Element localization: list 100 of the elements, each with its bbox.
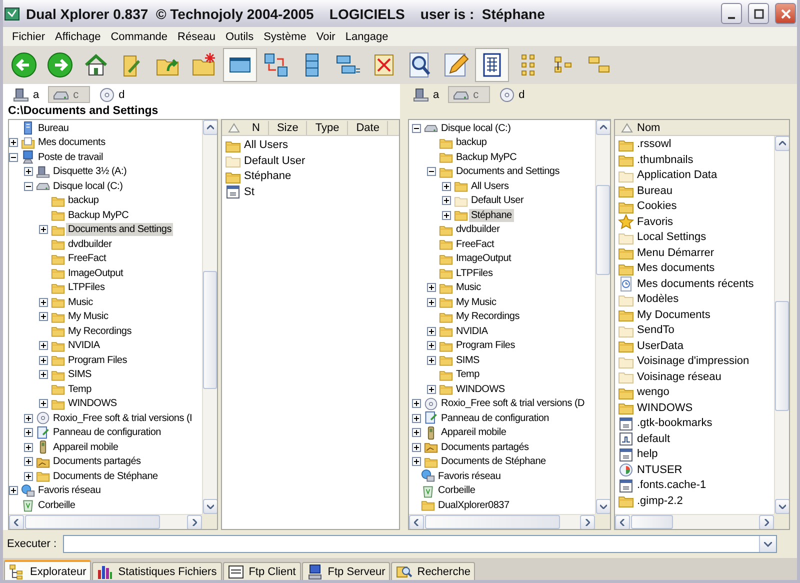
tree-item[interactable]: Panneau de configuration — [51, 426, 163, 440]
tab[interactable]: Explorateur — [4, 560, 92, 580]
tree-item[interactable]: Music — [454, 281, 483, 294]
tree-item[interactable]: NVIDIA — [66, 339, 102, 352]
tree-item[interactable]: WINDOWS — [454, 382, 507, 396]
file-item[interactable]: help — [635, 448, 660, 462]
expand-toggle[interactable] — [9, 152, 18, 162]
expand-toggle[interactable] — [442, 196, 451, 206]
column-heading[interactable]: N — [244, 120, 269, 134]
expand-toggle[interactable] — [412, 442, 421, 452]
tree-item[interactable]: Documents de Stéphane — [439, 455, 548, 468]
expand-toggle[interactable] — [412, 428, 421, 438]
file-item[interactable]: Voisinage d'impression — [635, 355, 752, 368]
expand-toggle[interactable] — [39, 356, 48, 365]
expand-toggle[interactable] — [427, 326, 436, 336]
scroll-left-button[interactable] — [615, 515, 630, 529]
tree-item[interactable]: ImageOutput — [454, 252, 514, 266]
file-item[interactable]: .rssowl — [635, 138, 674, 152]
tree-item[interactable]: Corbeille — [36, 498, 78, 512]
tree-item[interactable]: Documents partagés — [51, 455, 143, 468]
expand-toggle[interactable] — [412, 399, 421, 408]
tab[interactable]: Ftp Client — [222, 562, 301, 580]
expand-toggle[interactable] — [427, 356, 436, 365]
tree-item[interactable]: LTPFiles — [66, 281, 107, 294]
file-item[interactable]: Cookies — [635, 200, 679, 214]
tree-item[interactable]: Default User — [469, 194, 526, 208]
drive-button[interactable]: c — [448, 86, 490, 103]
tree-item[interactable]: NVIDIA — [454, 324, 490, 338]
scrollbar-thumb[interactable] — [631, 515, 673, 529]
tab[interactable]: Ftp Serveur — [302, 562, 390, 580]
tree-item[interactable]: Temp — [66, 382, 94, 396]
menu-item[interactable]: Fichier — [7, 30, 50, 42]
tree-item[interactable]: Corbeille — [436, 484, 478, 498]
scroll-up-button[interactable] — [203, 120, 217, 135]
column-heading[interactable]: Nom — [637, 120, 789, 134]
expand-toggle[interactable] — [427, 298, 436, 307]
menu-item[interactable]: Commande — [106, 30, 173, 42]
file-item[interactable]: .gtk-bookmarks — [635, 417, 714, 430]
scrollbar-thumb[interactable] — [596, 185, 610, 275]
tree-item[interactable]: dvdbuilder — [66, 238, 114, 251]
file-item[interactable]: NTUSER — [635, 464, 684, 477]
expand-toggle[interactable] — [24, 457, 33, 466]
scrollbar-thumb[interactable] — [25, 515, 160, 529]
tree-item[interactable]: FreeFact — [454, 238, 496, 251]
tree-item[interactable]: FreeFact — [66, 252, 108, 266]
scroll-right-button[interactable] — [187, 515, 202, 529]
scroll-left-button[interactable] — [409, 515, 424, 529]
drive-button[interactable]: d — [494, 86, 530, 103]
scrollbar-thumb[interactable] — [425, 515, 560, 529]
tree-item[interactable]: backup — [66, 194, 101, 208]
expand-toggle[interactable] — [427, 167, 436, 176]
tree-item[interactable]: DualXplorer0837 — [436, 498, 512, 512]
horizontal-scrollbar[interactable] — [9, 514, 202, 529]
tree-item[interactable]: Documents and Settings — [454, 165, 562, 178]
tree-item[interactable]: Disque local (C:) — [51, 180, 125, 193]
tree-item[interactable]: Program Files — [454, 339, 517, 352]
tree-item[interactable]: Appareil mobile — [51, 440, 120, 454]
drive-button[interactable]: a — [408, 86, 444, 103]
toolbar-button[interactable] — [223, 48, 257, 82]
expand-toggle[interactable] — [442, 210, 451, 220]
menu-item[interactable]: Système — [258, 30, 312, 42]
tree-item[interactable]: Disquette 3½ (A:) — [51, 165, 129, 178]
menu-item[interactable]: Outils — [220, 30, 259, 42]
file-item[interactable]: Favoris — [635, 216, 676, 229]
tree-item[interactable]: My Recordings — [66, 324, 134, 338]
file-item[interactable]: St — [242, 186, 256, 199]
file-item[interactable]: Modèles — [635, 293, 681, 306]
expand-toggle[interactable] — [412, 414, 421, 423]
tab[interactable]: Recherche — [391, 562, 476, 580]
file-item[interactable]: Mes documents récents — [635, 278, 756, 291]
file-item[interactable]: .thumbnails — [635, 154, 696, 167]
tree-item[interactable]: Music — [66, 296, 95, 309]
tree-item[interactable]: Panneau de configuration — [439, 412, 551, 425]
tree-item[interactable]: LTPFiles — [454, 266, 495, 280]
tree-item[interactable]: Backup MyPC — [454, 150, 519, 164]
tree-item[interactable]: backup — [454, 136, 489, 150]
scroll-left-button[interactable] — [9, 515, 24, 529]
scroll-up-button[interactable] — [775, 136, 789, 151]
file-item[interactable]: Stéphane — [242, 170, 294, 184]
menu-item[interactable]: Affichage — [50, 30, 106, 42]
expand-toggle[interactable] — [442, 182, 451, 191]
expand-toggle[interactable] — [24, 182, 33, 191]
expand-toggle[interactable] — [39, 298, 48, 307]
tree-item[interactable]: Documents de Stéphane — [51, 470, 160, 483]
tree-item[interactable]: Roxio_Free soft & trial versions (D — [439, 397, 587, 410]
expand-toggle[interactable] — [427, 283, 436, 292]
expand-toggle[interactable] — [39, 225, 48, 234]
close-button[interactable] — [775, 3, 796, 24]
file-item[interactable]: Local Settings — [635, 231, 708, 244]
tree-item[interactable]: Backup MyPC — [66, 208, 131, 222]
tree-item[interactable]: SIMS — [66, 368, 94, 382]
column-heading[interactable]: Date — [348, 120, 388, 134]
vertical-scrollbar[interactable] — [774, 136, 789, 514]
scroll-right-button[interactable] — [759, 515, 774, 529]
expand-toggle[interactable] — [39, 341, 48, 350]
vertical-scrollbar[interactable] — [595, 120, 610, 514]
tree-item[interactable]: Temp — [454, 368, 482, 382]
file-item[interactable]: .fonts.cache-1 — [635, 479, 708, 492]
tree-item[interactable]: Program Files — [66, 354, 129, 367]
drive-button[interactable]: a — [8, 86, 44, 103]
